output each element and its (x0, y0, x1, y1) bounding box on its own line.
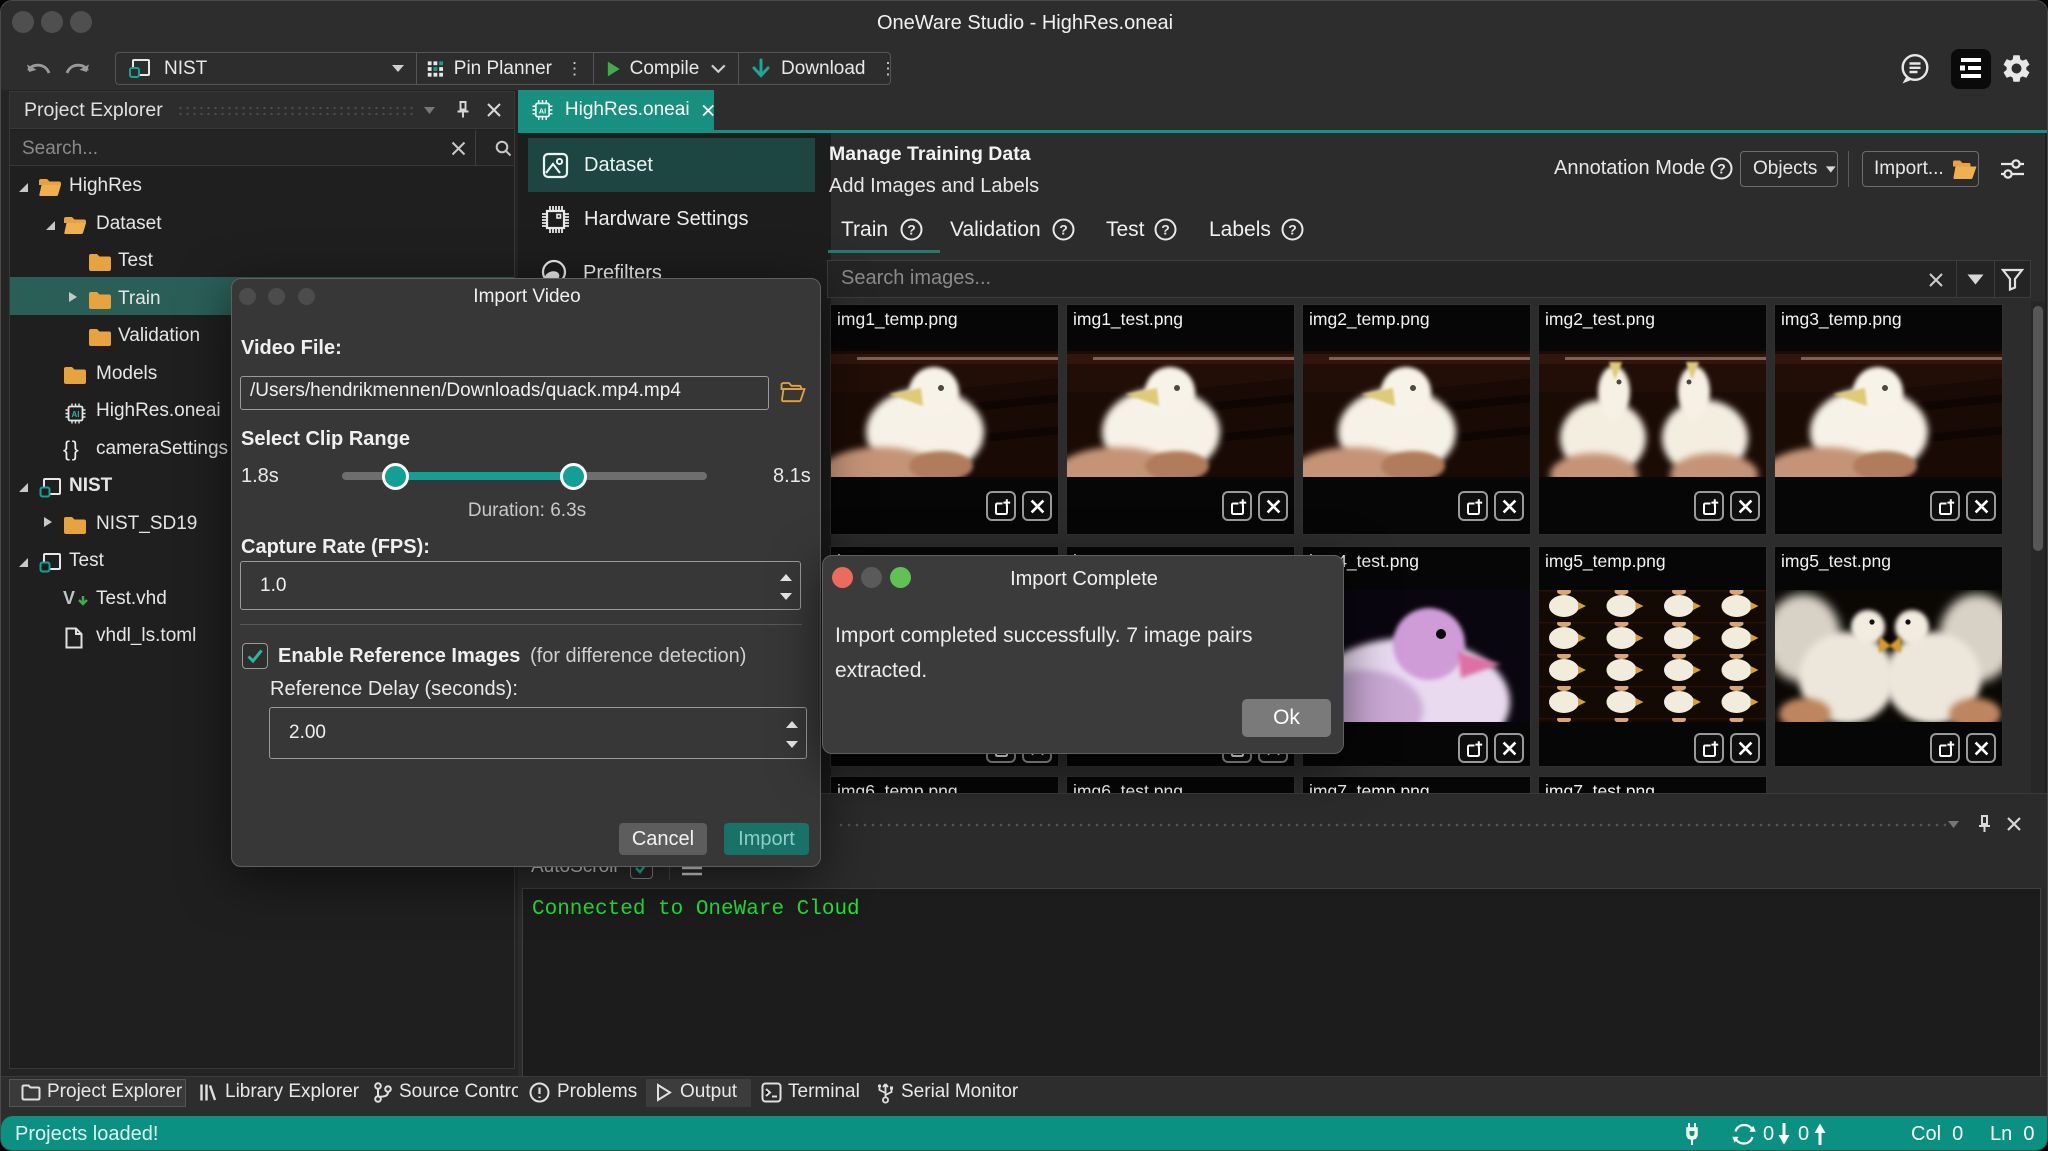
svg-text:?: ? (907, 222, 916, 238)
svg-text:AI: AI (72, 410, 80, 419)
svg-text:AI: AI (539, 107, 546, 116)
svg-text:?: ? (1161, 222, 1170, 238)
svg-text:?: ? (1288, 222, 1297, 238)
svg-text:?: ? (1717, 161, 1726, 177)
svg-text:?: ? (1059, 222, 1068, 238)
